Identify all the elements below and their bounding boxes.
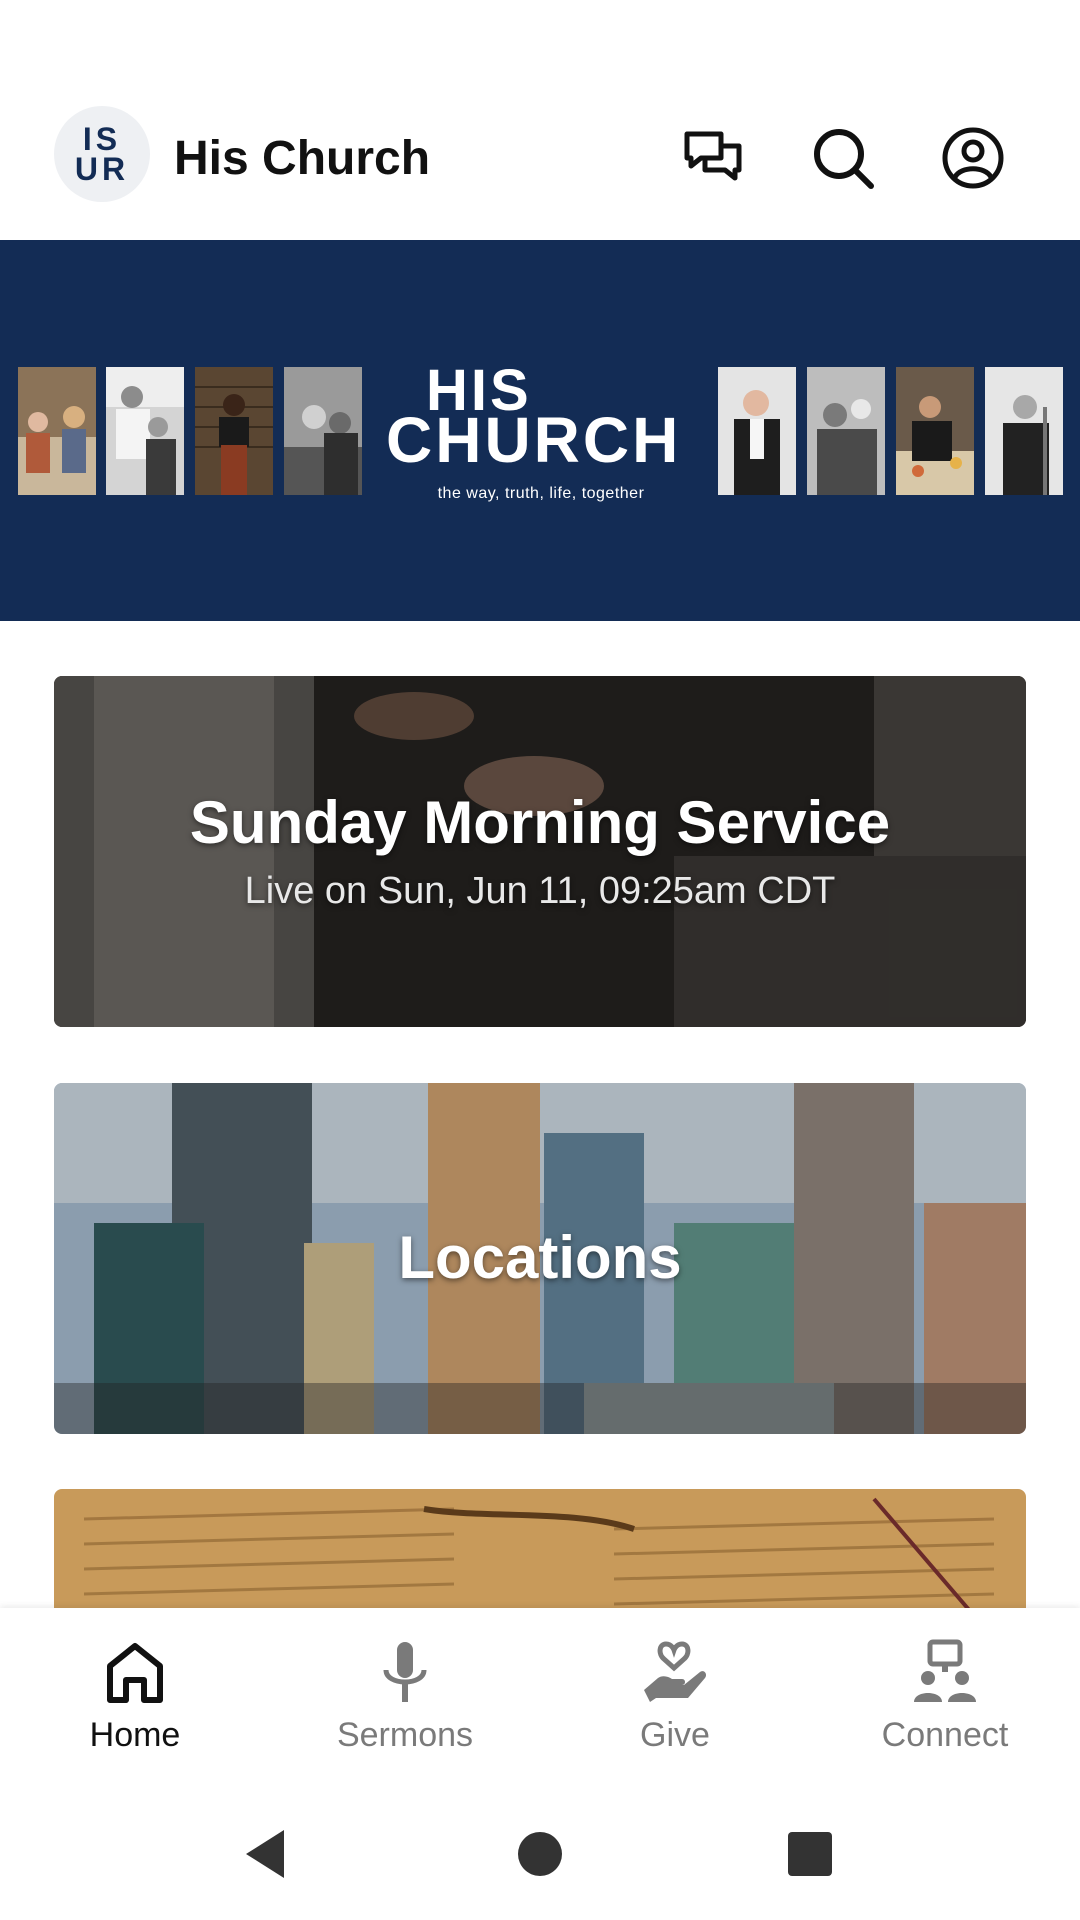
hero-banner: HIS CHURCH the way, truth, life, togethe… (0, 240, 1080, 621)
banner-photo-5 (718, 367, 796, 495)
back-icon[interactable] (236, 1824, 296, 1884)
banner-photo-8 (985, 367, 1063, 495)
locations-title: Locations (398, 1224, 682, 1291)
recents-icon[interactable] (780, 1824, 840, 1884)
account-button[interactable] (938, 123, 1008, 193)
bottom-navigation: Home Sermons Give Connect (0, 1608, 1080, 1780)
home-circle-icon[interactable] (510, 1824, 570, 1884)
nav-connect[interactable]: Connect (810, 1608, 1080, 1780)
app-header: IS UR His Church (0, 95, 1080, 235)
chat-button[interactable] (678, 123, 748, 193)
nav-sermons[interactable]: Sermons (270, 1608, 540, 1780)
logo-text-line2: UR (74, 151, 130, 187)
microphone-icon (383, 1642, 427, 1702)
brand-line2: CHURCH (386, 404, 682, 476)
nav-home-label: Home (89, 1716, 181, 1754)
connect-people-icon (914, 1639, 976, 1702)
search-icon (814, 129, 874, 189)
app-title: His Church (174, 132, 431, 185)
account-icon (942, 127, 1004, 189)
nav-give[interactable]: Give (540, 1608, 810, 1780)
banner-photo-2 (106, 367, 184, 495)
banner-photo-7 (896, 367, 974, 495)
church-logo[interactable]: IS UR (54, 106, 150, 202)
service-live-time: Live on Sun, Jun 11, 09:25am CDT (244, 870, 836, 912)
search-button[interactable] (808, 123, 878, 193)
system-navigation-bar (0, 1780, 1080, 1920)
banner-photo-1 (18, 367, 96, 495)
service-title: Sunday Morning Service (189, 789, 891, 856)
chat-icon (684, 131, 742, 181)
nav-sermons-label: Sermons (336, 1716, 474, 1754)
brand-tagline: the way, truth, life, together (437, 485, 645, 502)
give-heart-hand-icon (644, 1641, 707, 1702)
banner-photo-6 (807, 367, 885, 495)
nav-connect-label: Connect (881, 1716, 1009, 1754)
home-icon (107, 1643, 163, 1703)
service-card[interactable]: Sunday Morning Service Live on Sun, Jun … (54, 676, 1026, 1027)
banner-photo-3 (195, 367, 273, 495)
banner-photo-4 (284, 367, 362, 495)
logo-text-line1: IS (82, 121, 122, 157)
nav-home[interactable]: Home (0, 1608, 270, 1780)
locations-card[interactable]: Locations (54, 1083, 1026, 1434)
nav-give-label: Give (640, 1716, 710, 1754)
